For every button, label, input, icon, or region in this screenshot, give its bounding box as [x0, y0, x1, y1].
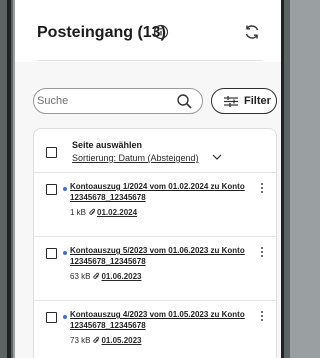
- chevron-down-icon[interactable]: [212, 153, 222, 161]
- message-date[interactable]: 01.05.2023: [101, 336, 141, 345]
- message-checkbox[interactable]: [46, 248, 57, 259]
- more-vertical-icon[interactable]: [260, 246, 264, 258]
- sort-dropdown[interactable]: Sortierung: Datum (Absteigend): [72, 153, 199, 163]
- inbox-header: Posteingang (13): [15, 0, 281, 62]
- unread-indicator: [63, 315, 67, 319]
- search-icon[interactable]: [176, 93, 193, 110]
- unread-indicator: [63, 187, 67, 191]
- list-item[interactable]: Kontoauszug 1/2024 vom 01.02.2024 zu Kon…: [34, 173, 276, 237]
- more-vertical-icon[interactable]: [260, 182, 264, 194]
- select-all-label: Seite auswählen: [72, 140, 143, 150]
- paperclip-icon: [89, 208, 96, 215]
- message-date[interactable]: 01.02.2024: [97, 208, 137, 217]
- attachment-size: 1 kB: [70, 208, 87, 217]
- filter-button-label: Filter: [244, 95, 271, 107]
- filter-icon: [224, 96, 238, 107]
- paperclip-icon: [93, 272, 100, 279]
- select-all-checkbox[interactable]: [46, 147, 57, 158]
- device-bezel-right: [280, 0, 290, 358]
- message-meta: 73 kB 01.05.2023: [70, 336, 142, 345]
- attachment-size: 73 kB: [70, 336, 91, 345]
- filter-button[interactable]: Filter: [211, 88, 277, 114]
- more-vertical-icon[interactable]: [260, 310, 264, 322]
- message-subject[interactable]: Kontoauszug 5/2023 vom 01.06.2023 zu Kon…: [70, 245, 260, 267]
- device-bezel-left: [0, 0, 13, 358]
- message-checkbox[interactable]: [46, 312, 57, 323]
- message-meta: 63 kB 01.06.2023: [70, 272, 142, 281]
- message-subject[interactable]: Kontoauszug 1/2024 vom 01.02.2024 zu Kon…: [70, 181, 260, 203]
- message-checkbox[interactable]: [46, 184, 57, 195]
- message-date[interactable]: 01.06.2023: [101, 272, 141, 281]
- refresh-icon[interactable]: [243, 23, 261, 41]
- paperclip-icon: [93, 336, 100, 343]
- search-input[interactable]: [35, 90, 175, 112]
- list-item[interactable]: Kontoauszug 4/2023 vom 01.05.2023 zu Kon…: [34, 301, 276, 358]
- message-meta: 1 kB 01.02.2024: [70, 208, 137, 217]
- search-box[interactable]: [33, 88, 203, 114]
- message-subject[interactable]: Kontoauszug 4/2023 vom 01.05.2023 zu Kon…: [70, 309, 260, 331]
- page-title: Posteingang (13): [37, 24, 166, 41]
- list-item[interactable]: Kontoauszug 5/2023 vom 01.06.2023 zu Kon…: [34, 237, 276, 301]
- message-list: Seite auswählen Sortierung: Datum (Abste…: [33, 128, 277, 358]
- phone-screen: Posteingang (13) Filter: [15, 0, 281, 358]
- header-divider: [37, 60, 263, 61]
- select-all-row: Seite auswählen Sortierung: Datum (Abste…: [34, 129, 276, 173]
- unread-indicator: [63, 251, 67, 255]
- info-icon[interactable]: [153, 24, 169, 40]
- attachment-size: 63 kB: [70, 272, 91, 281]
